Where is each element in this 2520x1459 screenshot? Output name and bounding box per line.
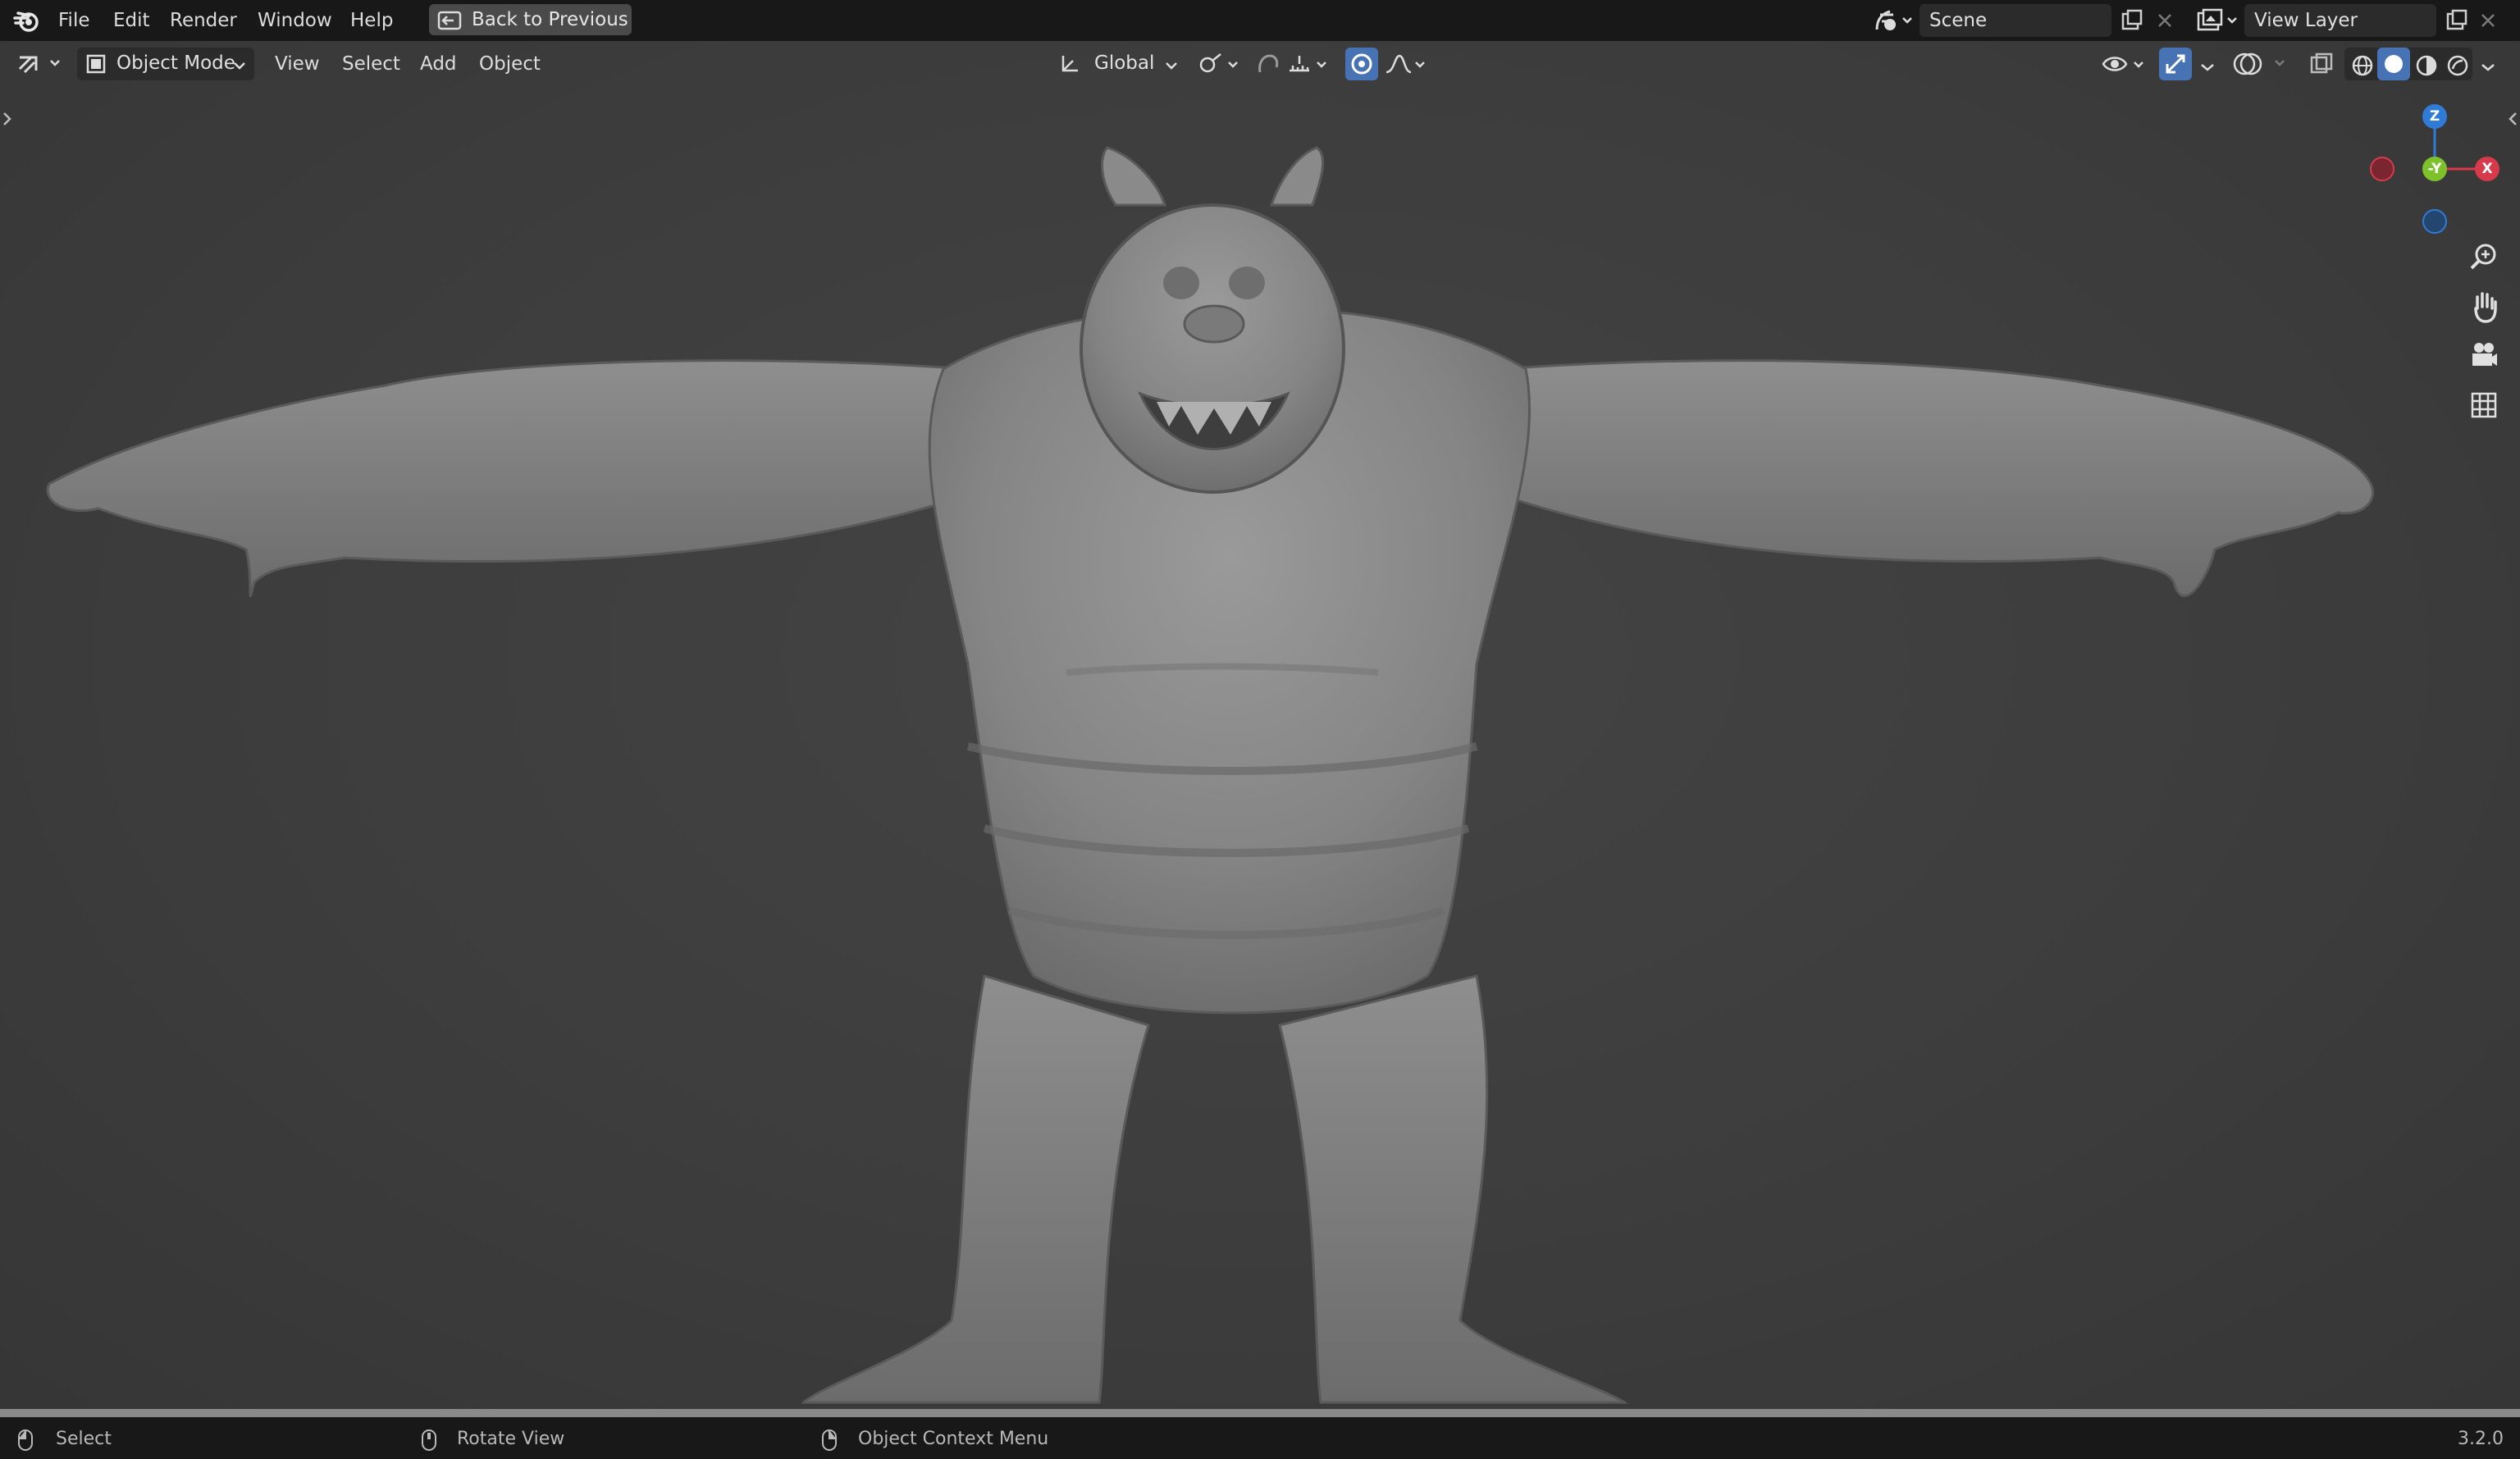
menu-select[interactable]: Select — [342, 52, 400, 76]
back-icon — [437, 11, 462, 30]
status-select: Select — [56, 1429, 112, 1449]
menu-help[interactable]: Help — [350, 8, 393, 33]
status-rotate-view: Rotate View — [457, 1429, 565, 1449]
view-layer-name-field[interactable]: View Layer — [2244, 4, 2436, 37]
menu-file[interactable]: File — [58, 8, 90, 33]
new-scene-icon[interactable] — [2120, 9, 2144, 37]
scene-name: Scene — [1929, 10, 1988, 31]
solid-shading-button[interactable] — [2377, 48, 2410, 80]
menu-window[interactable]: Window — [258, 8, 332, 33]
proportional-falloff-icon[interactable] — [1383, 51, 1432, 82]
back-to-previous-label: Back to Previous — [472, 9, 628, 30]
solid-shading-icon — [2385, 55, 2403, 73]
perspective-toggle-button[interactable] — [2464, 385, 2504, 425]
camera-view-button[interactable] — [2464, 336, 2504, 376]
back-to-previous-button[interactable]: Back to Previous — [429, 4, 632, 35]
delete-scene-icon[interactable] — [2156, 11, 2174, 34]
gizmo-x-axis[interactable]: X — [2475, 157, 2499, 181]
pan-button[interactable] — [2464, 287, 2504, 326]
top-menu-bar: File Edit Render Window Help Back to Pre… — [0, 0, 2520, 41]
gizmo-toggle-button[interactable] — [2159, 48, 2192, 80]
object-visibility-icon[interactable] — [2100, 51, 2151, 82]
toolbar-expand-icon[interactable] — [2, 110, 13, 133]
3d-viewport[interactable]: Z -Y X — [0, 41, 2520, 1409]
chevron-down-icon — [1166, 62, 1177, 70]
gizmo-icon — [2166, 54, 2185, 74]
wireframe-shading-icon[interactable] — [2349, 52, 2376, 84]
zoom-icon — [2470, 244, 2496, 270]
grid-icon — [2471, 392, 2497, 418]
status-object-context-menu: Object Context Menu — [858, 1429, 1049, 1449]
snap-target-icon[interactable] — [1285, 51, 1334, 82]
overlays-icon[interactable] — [2233, 49, 2290, 84]
shading-options-chevron-icon[interactable] — [2479, 57, 2497, 80]
delete-view-layer-icon[interactable] — [2479, 11, 2497, 34]
navigation-gizmo[interactable]: Z -Y X — [2369, 103, 2500, 235]
object-mode-icon — [86, 54, 106, 74]
gizmo-z-axis[interactable]: Z — [2422, 104, 2447, 129]
scene-browse-icon[interactable] — [1872, 7, 1915, 39]
view-layer-name: View Layer — [2254, 10, 2358, 31]
blender-logo-icon[interactable] — [13, 8, 41, 38]
gizmo-options-chevron-icon[interactable] — [2198, 57, 2216, 80]
proportional-editing-button[interactable] — [1345, 48, 1378, 80]
zoom-button[interactable] — [2464, 238, 2504, 277]
sidebar-expand-icon[interactable] — [2507, 110, 2518, 133]
orientation-axes-icon — [1061, 56, 1078, 72]
menu-view[interactable]: View — [275, 52, 320, 76]
material-preview-icon[interactable] — [2413, 52, 2440, 84]
pivot-point-icon[interactable] — [1196, 51, 1244, 82]
camera-icon — [2472, 343, 2497, 366]
object-mode-dropdown[interactable]: Object Mode — [77, 48, 254, 80]
proportional-editing-icon — [1351, 53, 1372, 75]
gizmo-neg-z-axis[interactable] — [2422, 209, 2447, 234]
transform-orientation-dropdown[interactable]: Global — [1052, 48, 1185, 80]
timeline-scrollbar[interactable] — [0, 1409, 2520, 1417]
object-mode-label: Object Mode — [116, 52, 235, 74]
rendered-shading-icon[interactable] — [2445, 52, 2471, 84]
xray-toggle-icon[interactable] — [2307, 49, 2336, 84]
menu-add[interactable]: Add — [420, 52, 457, 76]
snap-toggle-icon[interactable] — [1253, 51, 1283, 82]
blender-version: 3.2.0 — [2458, 1429, 2504, 1449]
chevron-down-icon — [234, 62, 245, 70]
mouse-right-icon — [820, 1429, 838, 1457]
hand-icon — [2474, 292, 2497, 323]
transform-orientation-label: Global — [1094, 52, 1155, 74]
menu-edit[interactable]: Edit — [113, 8, 150, 33]
status-bar — [0, 1409, 2520, 1459]
sculpted-creature-model[interactable] — [0, 41, 2520, 1409]
new-view-layer-icon[interactable] — [2445, 9, 2469, 37]
scene-name-field[interactable]: Scene — [1920, 4, 2111, 37]
gizmo-neg-x-axis[interactable] — [2370, 157, 2394, 181]
mouse-left-icon — [16, 1429, 34, 1457]
view-layer-browse-icon[interactable] — [2195, 7, 2239, 39]
gizmo-y-axis[interactable]: -Y — [2422, 157, 2447, 181]
editor-type-icon[interactable] — [15, 49, 66, 82]
menu-object[interactable]: Object — [479, 52, 541, 76]
menu-render[interactable]: Render — [170, 8, 237, 33]
mouse-middle-icon — [420, 1429, 438, 1457]
